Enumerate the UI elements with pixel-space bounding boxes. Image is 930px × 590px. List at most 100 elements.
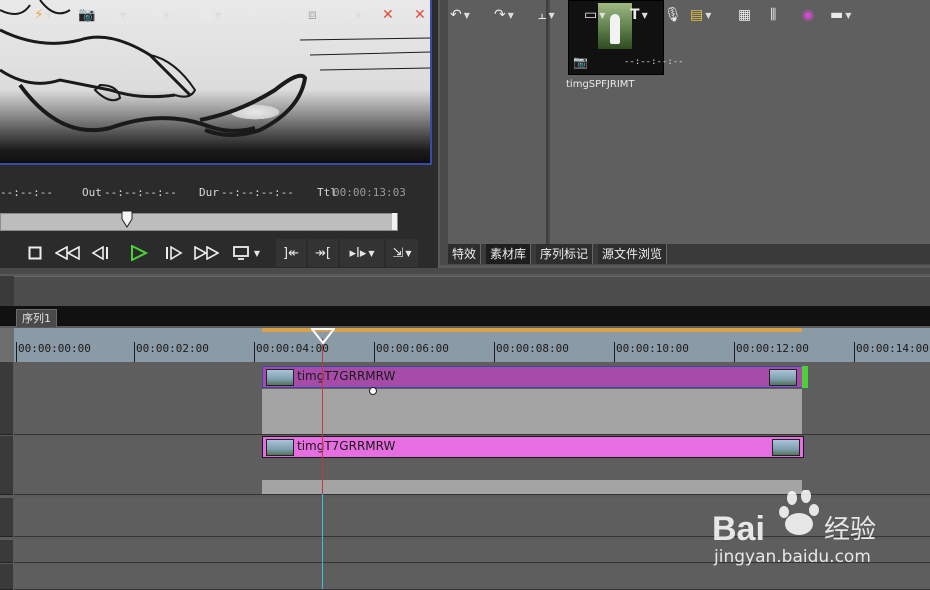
step-forward-button[interactable] xyxy=(162,239,186,267)
tab-sequence-1[interactable]: 序列1 xyxy=(16,309,57,327)
save-button[interactable]: ▤ ▼ xyxy=(200,4,221,26)
clip-button[interactable]: ▭ ▼ xyxy=(340,4,361,26)
fast-forward-button[interactable] xyxy=(192,239,220,267)
color-button[interactable]: ◉ xyxy=(802,4,814,26)
mixer-icon: ⫼ xyxy=(770,7,777,23)
track-header-1va[interactable] xyxy=(0,362,13,435)
video-rubberband-area[interactable] xyxy=(262,389,802,434)
clip-thumbnail-start xyxy=(266,439,294,456)
playhead-line-lower xyxy=(322,494,323,589)
camera-icon: 📷 xyxy=(573,55,588,69)
scissors-icon: ✂ xyxy=(246,7,258,23)
ruler-tick xyxy=(16,342,17,362)
toolbar-grip[interactable] xyxy=(0,276,14,306)
track-header-3[interactable] xyxy=(0,540,13,563)
chevron-down-icon[interactable]: ▼ xyxy=(254,249,260,258)
track-header-2[interactable] xyxy=(0,498,13,537)
voiceover-button[interactable]: 🎙 xyxy=(664,4,682,26)
ruler-tick xyxy=(254,342,255,362)
chevron-down-icon[interactable]: ▼ xyxy=(642,11,648,20)
layout-button[interactable]: ▬ ▼ xyxy=(830,4,851,26)
transition-icon: ▭ xyxy=(584,7,598,23)
chevron-down-icon[interactable]: ▼ xyxy=(355,11,361,20)
scrub-end-marker xyxy=(392,213,397,230)
stop-button[interactable] xyxy=(24,239,46,267)
mode-tool[interactable]: ⚡ ▼ xyxy=(34,4,52,26)
title-button[interactable]: T ▼ xyxy=(630,4,648,26)
chevron-down-icon[interactable]: ▼ xyxy=(215,11,221,20)
ruler-tick xyxy=(614,342,615,362)
video-clip[interactable]: timgT7GRRMRW xyxy=(262,366,804,388)
insert-button[interactable]: ▸I▸ ▼ xyxy=(340,239,384,267)
capture-button[interactable]: 📷 xyxy=(78,4,95,26)
grid-button[interactable]: ▦ xyxy=(738,4,751,26)
asset-name[interactable]: timgSPFJRIMT xyxy=(566,79,635,90)
chevron-down-icon[interactable]: ▼ xyxy=(508,11,514,20)
timeline-ruler[interactable]: 00:00:00:00 00:00:02:00 00:00:04:00 00:0… xyxy=(14,328,930,362)
chevron-down-icon[interactable]: ▼ xyxy=(464,11,470,20)
ruler-label: 00:00:06:00 xyxy=(376,342,449,355)
in-out-range[interactable] xyxy=(262,328,802,332)
tab-library[interactable]: 素材库 xyxy=(486,244,532,264)
playhead-handle[interactable] xyxy=(311,328,335,344)
transport-controls: ▼ ]↞ ↠[ ▸I▸ ▼ ⇲ ▼ xyxy=(0,239,438,267)
library-folder-pane[interactable] xyxy=(448,0,548,244)
scrub-handle[interactable] xyxy=(121,210,133,228)
tab-effects[interactable]: 特效 xyxy=(448,244,482,264)
ruler-label: 00:00:08:00 xyxy=(496,342,569,355)
step-back-button[interactable] xyxy=(88,239,112,267)
copy-button[interactable]: ⧉ xyxy=(276,4,286,26)
new-button[interactable]: ▯ ▼ xyxy=(110,4,126,26)
keyframe-point[interactable] xyxy=(369,387,377,395)
panel-separator[interactable] xyxy=(0,268,930,274)
split-button[interactable]: ⫠ ▼ xyxy=(538,4,555,26)
mixer-button[interactable]: ⫼ xyxy=(770,4,776,26)
export-button[interactable]: ⇲ ▼ xyxy=(386,239,418,267)
loop-icon xyxy=(233,246,249,260)
clip-end-marker xyxy=(802,366,808,388)
track-header-1a[interactable] xyxy=(0,436,13,495)
render-button[interactable]: ▤ ▼ xyxy=(690,4,711,26)
library-tabs: 特效 素材库 序列标记 源文件浏览 xyxy=(448,244,930,264)
chevron-down-icon[interactable]: ▼ xyxy=(599,11,605,20)
camera-icon: 📷 xyxy=(78,7,96,23)
ripple-delete-button[interactable]: ✕ xyxy=(414,4,426,26)
transition-button[interactable]: ▭ ▼ xyxy=(584,4,605,26)
chevron-down-icon[interactable]: ▼ xyxy=(46,11,52,20)
delete-icon: ✕ xyxy=(382,7,394,23)
tab-sequence-markers[interactable]: 序列标记 xyxy=(536,244,594,264)
undo-button[interactable]: ↶ ▼ xyxy=(450,4,470,26)
out-timecode[interactable]: --:--:--:-- xyxy=(104,186,177,199)
chevron-down-icon[interactable]: ▼ xyxy=(705,11,711,20)
set-out-button[interactable]: ↠[ xyxy=(308,239,338,267)
chevron-down-icon[interactable]: ▼ xyxy=(368,249,374,258)
ruler-label: 00:00:10:00 xyxy=(616,342,689,355)
audio-clip[interactable]: timgT7GRRMRW xyxy=(262,436,804,458)
ruler-label: 00:00:14:00 xyxy=(856,342,929,355)
save-icon: ▤ xyxy=(200,7,214,23)
set-in-button[interactable]: ]↞ xyxy=(276,239,306,267)
copy-icon: ⧉ xyxy=(276,7,286,23)
track-header-4[interactable] xyxy=(0,564,13,590)
chevron-down-icon[interactable]: ▼ xyxy=(548,11,554,20)
chevron-down-icon[interactable]: ▼ xyxy=(120,11,126,20)
rewind-button[interactable] xyxy=(54,239,82,267)
delete-button[interactable]: ✕ xyxy=(382,4,394,26)
clip-icon: ▭ xyxy=(340,7,354,23)
dur-timecode[interactable]: --:--:--:-- xyxy=(221,186,294,199)
chevron-down-icon[interactable]: ▼ xyxy=(163,11,169,20)
baidu-watermark: Bai 经验 jingyan.baidu.com xyxy=(712,490,876,567)
asset-thumbnail-figure xyxy=(610,14,620,44)
scrub-slider[interactable] xyxy=(0,213,398,231)
in-timecode[interactable]: --:--:-- xyxy=(0,186,53,199)
chevron-down-icon[interactable]: ▼ xyxy=(405,249,411,258)
open-button[interactable]: ⎗ ▼ xyxy=(150,4,169,26)
redo-button[interactable]: ↷ ▼ xyxy=(494,4,514,26)
sequence-tab-bar xyxy=(0,306,930,326)
play-button[interactable] xyxy=(126,239,152,267)
cut-button[interactable]: ✂ xyxy=(246,4,258,26)
paste-button[interactable]: ⧈ xyxy=(308,4,317,26)
tab-source-browser[interactable]: 源文件浏览 xyxy=(598,244,668,264)
loop-button[interactable]: ▼ xyxy=(228,239,264,267)
chevron-down-icon[interactable]: ▼ xyxy=(845,11,851,20)
